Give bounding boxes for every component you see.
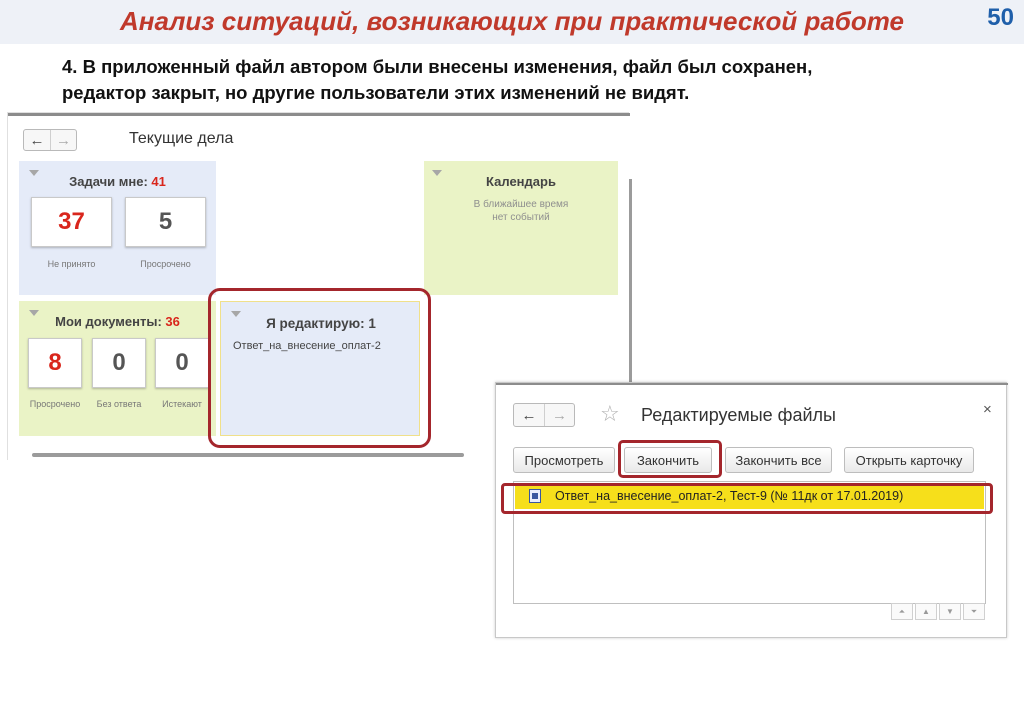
window-title: Текущие дела (129, 130, 234, 147)
move-last-icon[interactable]: ⏷ (963, 603, 985, 620)
back-arrow-icon[interactable]: ← (24, 130, 50, 150)
move-first-icon[interactable]: ⏶ (891, 603, 913, 620)
documents-label: Мои документы: (55, 314, 166, 329)
tasks-not-accepted-tile[interactable]: 37 (31, 197, 112, 247)
calendar-header: Календарь (486, 174, 556, 189)
docs-expiring-caption: Истекают (162, 399, 202, 409)
list-pager: ⏶ ▲ ▼ ⏷ (889, 603, 985, 620)
docs-expiring-tile[interactable]: 0 (155, 338, 209, 388)
tasks-header: Задачи мне: 41 (19, 174, 216, 189)
tasks-panel: Задачи мне: 41 37 Не принято 5 Просрочен… (19, 161, 216, 295)
tasks-count: 41 (151, 174, 166, 189)
finish-button-highlight (618, 440, 722, 478)
documents-panel: Мои документы: 36 8 Просрочено 0 Без отв… (19, 301, 216, 436)
open-card-button[interactable]: Открыть карточку (844, 447, 974, 473)
tasks-label: Задачи мне: (69, 174, 152, 189)
move-up-icon[interactable]: ▲ (915, 603, 937, 620)
favorite-star-icon[interactable]: ☆ (600, 401, 620, 427)
window-top-border (8, 113, 630, 116)
window-title: Редактируемые файлы (641, 405, 836, 425)
selected-row-highlight (501, 483, 993, 514)
back-arrow-icon[interactable]: ← (514, 404, 544, 426)
docs-no-answer-tile[interactable]: 0 (92, 338, 146, 388)
view-button[interactable]: Просмотреть (513, 447, 615, 473)
docs-overdue-caption: Просрочено (29, 399, 81, 409)
tasks-not-accepted-caption: Не принято (47, 259, 96, 269)
horizontal-scrollbar[interactable] (32, 453, 464, 457)
docs-overdue-tile[interactable]: 8 (28, 338, 82, 388)
calendar-text-line-2: нет событий (492, 212, 550, 223)
slide-description-line-2: редактор закрыт, но другие пользователи … (62, 82, 690, 103)
slide-description-line-1: 4. В приложенный файл автором были внесе… (62, 56, 813, 77)
forward-arrow-icon[interactable]: → (544, 404, 574, 426)
slide-number: 50 (987, 4, 1014, 31)
nav-buttons: ← → (513, 403, 575, 427)
finish-all-button[interactable]: Закончить все (725, 447, 832, 473)
docs-no-answer-caption: Без ответа (96, 399, 142, 409)
move-down-icon[interactable]: ▼ (939, 603, 961, 620)
slide-title: Анализ ситуаций, возникающих при практич… (119, 6, 905, 36)
documents-header: Мои документы: 36 (19, 314, 216, 329)
slide-description: 4. В приложенный файл автором были внесе… (62, 54, 1002, 106)
calendar-empty-text: В ближайшее время нет событий (424, 198, 618, 224)
calendar-text-line-1: В ближайшее время (473, 199, 569, 210)
documents-count: 36 (165, 314, 180, 329)
calendar-panel: Календарь В ближайшее время нет событий (424, 161, 618, 295)
forward-arrow-icon[interactable]: → (50, 130, 76, 150)
tasks-overdue-caption: Просрочено (140, 259, 191, 269)
window-top-border (496, 383, 1008, 385)
nav-buttons: ← → (23, 129, 77, 151)
editing-panel-highlight (208, 288, 431, 448)
tasks-overdue-tile[interactable]: 5 (125, 197, 206, 247)
close-icon[interactable]: × (983, 401, 992, 418)
